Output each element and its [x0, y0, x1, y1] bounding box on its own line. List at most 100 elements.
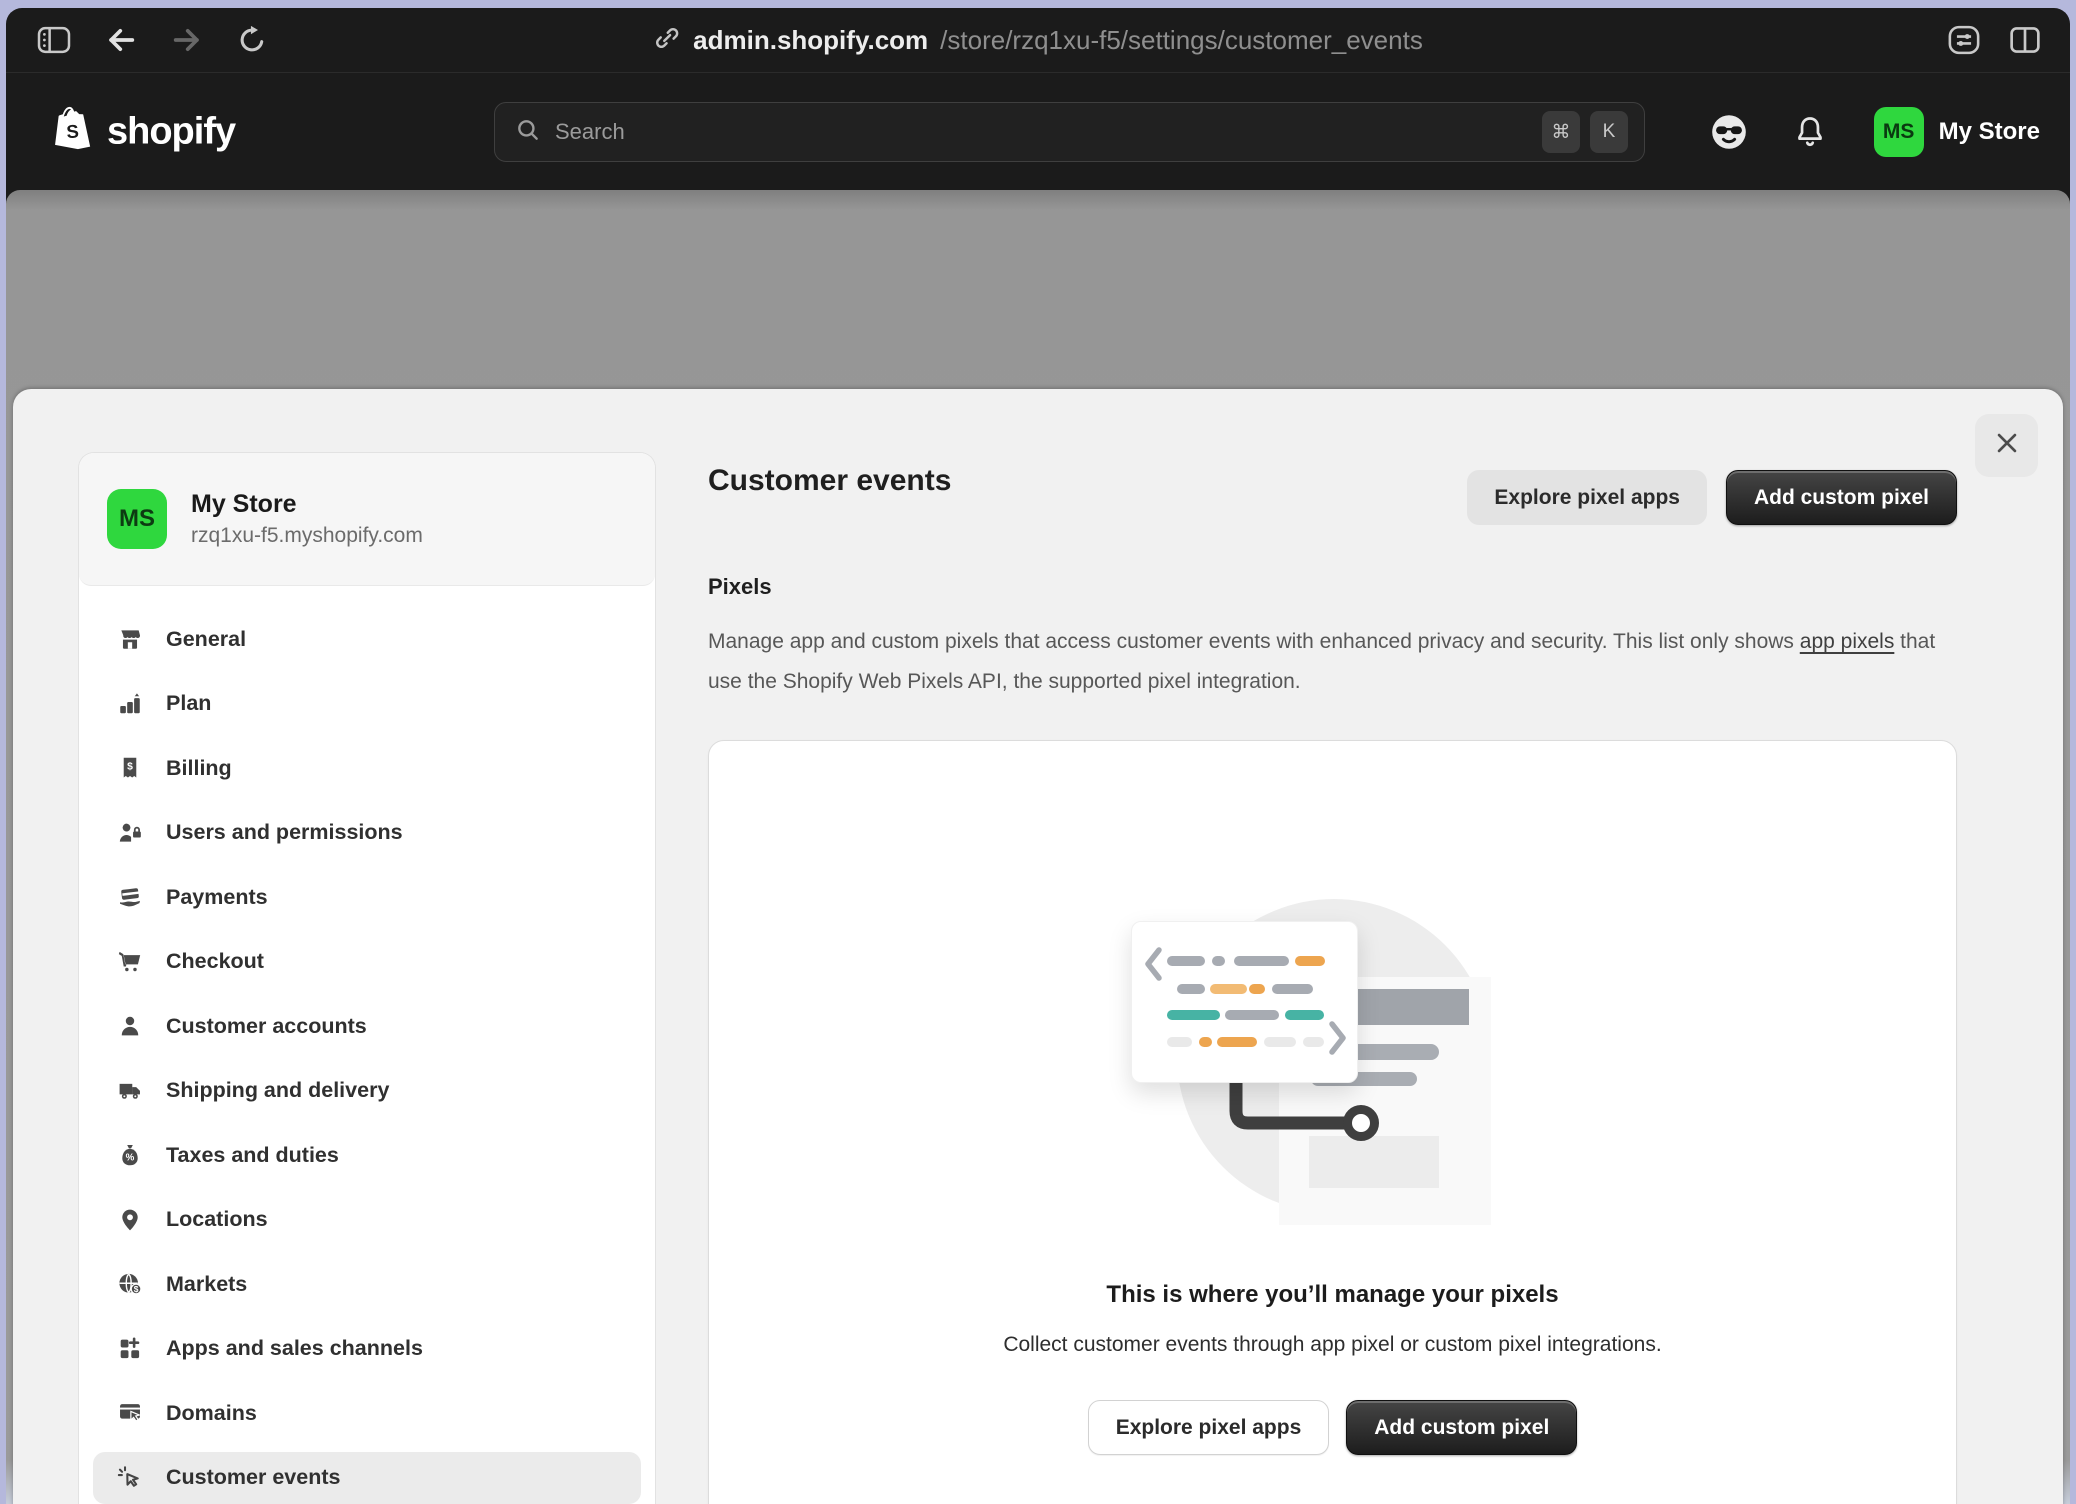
reload-icon[interactable] [236, 24, 268, 56]
search-placeholder: Search [555, 119, 1528, 145]
sidebar-item-locations[interactable]: Locations [93, 1194, 641, 1246]
sidebar-store-header: MS My Store rzq1xu-f5.myshopify.com [79, 453, 655, 586]
sidebar-item-shipping-and-delivery[interactable]: Shipping and delivery [93, 1065, 641, 1117]
sidebar-item-label: Billing [166, 756, 232, 781]
chevron-right-icon [1327, 1020, 1349, 1056]
code-pill [1295, 956, 1325, 966]
svg-text:$: $ [134, 1284, 139, 1294]
payments-icon [116, 883, 144, 911]
url-path: /store/rzq1xu-f5/settings/customer_event… [940, 25, 1423, 56]
sidebar-item-apps-and-sales-channels[interactable]: Apps and sales channels [93, 1323, 641, 1375]
chevron-left-icon [1142, 946, 1164, 982]
code-pill [1167, 956, 1205, 966]
code-pill [1285, 1010, 1324, 1020]
code-pill [1210, 984, 1247, 994]
sidebar-item-users-and-permissions[interactable]: Users and permissions [93, 807, 641, 859]
sidebar-item-markets[interactable]: $ Markets [93, 1258, 641, 1310]
svg-text:$: $ [127, 762, 133, 773]
split-view-icon[interactable] [2008, 24, 2042, 56]
plan-icon [116, 690, 144, 718]
address-bar[interactable]: admin.shopify.com/store/rzq1xu-f5/settin… [653, 8, 1423, 72]
shopify-header: S shopify Search ⌘ K MS My Store [6, 72, 2070, 190]
back-icon[interactable] [104, 23, 138, 57]
pointer-click-icon [116, 1464, 144, 1492]
shopify-logo[interactable]: S shopify [51, 103, 235, 160]
sidebar-item-label: Shipping and delivery [166, 1078, 389, 1103]
map-pin-icon [116, 1206, 144, 1234]
sidebar-item-general[interactable]: General [93, 613, 641, 665]
cmd-keycap: ⌘ [1542, 111, 1580, 153]
sidebar-item-domains[interactable]: Domains [93, 1387, 641, 1439]
close-icon [1993, 429, 2021, 462]
sidebar-item-label: Checkout [166, 949, 264, 974]
code-pill [1217, 1037, 1257, 1047]
empty-state-actions: Explore pixel apps Add custom pixel [709, 1400, 1956, 1455]
browser-window: admin.shopify.com/store/rzq1xu-f5/settin… [6, 8, 2070, 1504]
pixels-description: Manage app and custom pixels that access… [708, 622, 1960, 702]
sidebar-item-label: General [166, 627, 246, 652]
globe-dollar-icon: $ [116, 1270, 144, 1298]
k-keycap: K [1590, 111, 1628, 153]
add-custom-pixel-button-card[interactable]: Add custom pixel [1346, 1400, 1577, 1455]
code-pill [1234, 956, 1289, 966]
sidebar-store-domain: rzq1xu-f5.myshopify.com [191, 524, 423, 548]
notifications-bell-icon[interactable] [1792, 114, 1828, 150]
browser-settings-icon[interactable] [1946, 24, 1982, 56]
store-icon [116, 625, 144, 653]
users-lock-icon [116, 819, 144, 847]
sidebar-item-taxes-and-duties[interactable]: % Taxes and duties [93, 1129, 641, 1181]
admin-page-background: MS My Store rzq1xu-f5.myshopify.com Gene… [6, 190, 2070, 1504]
sidebar-item-label: Taxes and duties [166, 1143, 339, 1168]
add-custom-pixel-button[interactable]: Add custom pixel [1726, 470, 1957, 525]
code-pill [1303, 1037, 1324, 1047]
pixels-section-heading: Pixels [708, 574, 772, 600]
money-bag-icon: % [116, 1141, 144, 1169]
browser-toolbar: admin.shopify.com/store/rzq1xu-f5/settin… [6, 8, 2070, 72]
sidebar-item-label: Plan [166, 691, 211, 716]
code-pill [1212, 956, 1225, 966]
sidebar-item-checkout[interactable]: Checkout [93, 936, 641, 988]
sidebar-item-label: Customer accounts [166, 1014, 367, 1039]
sidebar-item-customer-accounts[interactable]: Customer accounts [93, 1000, 641, 1052]
shopify-bag-icon: S [51, 103, 97, 160]
app-pixels-link[interactable]: app pixels [1800, 630, 1895, 653]
code-pill [1199, 1037, 1212, 1047]
settings-modal: MS My Store rzq1xu-f5.myshopify.com Gene… [13, 389, 2063, 1504]
svg-text:%: % [126, 1153, 135, 1164]
sidebar-toggle-icon[interactable] [36, 25, 72, 55]
header-store-name[interactable]: My Store [1939, 118, 2040, 146]
description-text-1: Manage app and custom pixels that access… [708, 630, 1800, 653]
code-pill [1167, 1037, 1192, 1047]
forward-icon[interactable] [170, 23, 204, 57]
sidebar-item-label: Markets [166, 1272, 247, 1297]
svg-text:S: S [66, 120, 80, 142]
code-pill [1272, 984, 1313, 994]
user-avatar[interactable]: MS [1874, 107, 1924, 157]
code-pill [1225, 1010, 1279, 1020]
explore-pixel-apps-button[interactable]: Explore pixel apps [1467, 470, 1707, 525]
sidebar-item-plan[interactable]: Plan [93, 678, 641, 730]
url-host: admin.shopify.com [693, 25, 928, 56]
apps-grid-icon [116, 1335, 144, 1363]
empty-state-heading: This is where you’ll manage your pixels [709, 1281, 1956, 1309]
sidebar-item-billing[interactable]: $ Billing [93, 742, 641, 794]
sidebar-item-customer-events[interactable]: Customer events [93, 1452, 641, 1504]
link-icon [653, 24, 681, 57]
pixels-empty-state-card: This is where you’ll manage your pixels … [708, 740, 1957, 1504]
cart-icon [116, 948, 144, 976]
sidebar-item-label: Payments [166, 885, 268, 910]
billing-icon: $ [116, 754, 144, 782]
sidekick-face-icon[interactable] [1708, 111, 1750, 153]
sidebar-item-label: Apps and sales channels [166, 1336, 423, 1361]
sidebar-item-label: Customer events [166, 1465, 340, 1490]
search-input[interactable]: Search ⌘ K [494, 102, 1645, 162]
settings-nav: General Plan $ Billing Users and permissions… [79, 586, 655, 1504]
search-icon [515, 117, 541, 148]
code-pill [1177, 984, 1205, 994]
sidebar-item-payments[interactable]: Payments [93, 871, 641, 923]
sidebar-item-label: Users and permissions [166, 820, 403, 845]
close-button[interactable] [1975, 414, 2038, 477]
header-actions: Explore pixel apps Add custom pixel [1467, 470, 1957, 525]
truck-icon [116, 1077, 144, 1105]
explore-pixel-apps-button-card[interactable]: Explore pixel apps [1088, 1400, 1330, 1455]
